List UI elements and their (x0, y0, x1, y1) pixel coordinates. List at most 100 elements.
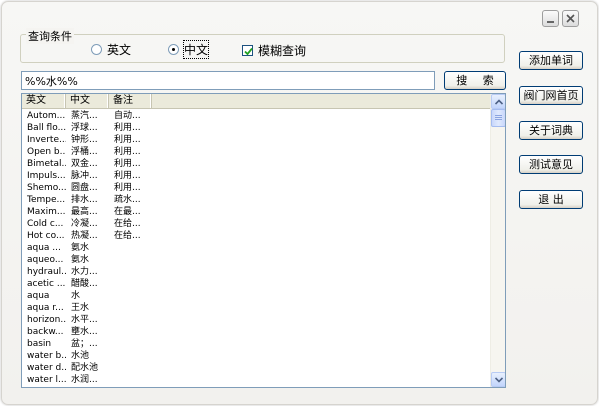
table-row[interactable]: aqueo... 氨水 (22, 254, 492, 266)
cell-english: Hot co... (27, 231, 65, 241)
list-rows: Autom... 蒸汽... 自动... Ball flo... 浮球... 利用... I… (22, 110, 492, 386)
fuzzy-search-checkbox-box[interactable] (242, 45, 253, 56)
cell-chinese: 醋酸... (71, 279, 98, 289)
list-header: 英文 中文 备注 (22, 94, 492, 109)
cell-notes (109, 326, 152, 338)
table-row[interactable]: Inverte... 钟形... 利用... (22, 134, 492, 146)
cell-notes (109, 278, 152, 290)
radio-english[interactable]: 英文 (91, 42, 131, 57)
cell-english: Ball flo... (27, 123, 66, 133)
table-row[interactable]: Maxim... 最高... 在最... (22, 206, 492, 218)
cell-chinese: 热凝... (71, 231, 98, 241)
table-row[interactable]: aqua ... 氨水 (22, 242, 492, 254)
cell-chinese: 排水... (71, 195, 98, 205)
table-row[interactable]: Bimetal... 双金... 利用... (22, 158, 492, 170)
cell-notes (109, 254, 152, 266)
table-row[interactable]: Shemo... 圆盘... 利用... (22, 182, 492, 194)
cell-chinese: 配水池 (71, 363, 99, 373)
test-feedback-button[interactable]: 测试意见 (519, 155, 583, 174)
cell-notes: 利用... (114, 171, 141, 181)
cell-notes (109, 362, 152, 374)
cell-notes (109, 338, 152, 350)
homepage-button[interactable]: 阀门网首页 (519, 86, 583, 105)
cell-chinese: 水 (71, 291, 81, 301)
cell-english: water l... (27, 375, 66, 385)
search-input[interactable] (21, 71, 435, 90)
chevron-down-icon (495, 377, 503, 383)
close-button[interactable] (562, 10, 579, 27)
cell-chinese: 浮桶... (71, 147, 98, 157)
scroll-down-button[interactable] (491, 372, 505, 387)
column-header-chinese[interactable]: 中文 (66, 94, 109, 108)
cell-chinese: 水平... (71, 315, 98, 325)
cell-english: aqua (27, 291, 50, 301)
vertical-scrollbar[interactable] (490, 94, 505, 387)
table-row[interactable]: Hot co... 热凝... 在给... (22, 230, 492, 242)
cell-english: Maxim... (27, 207, 66, 217)
table-row[interactable]: Open b... 浮桶... 利用... (22, 146, 492, 158)
cell-notes: 在给... (114, 231, 141, 241)
table-row[interactable]: hydraul... 水力... (22, 266, 492, 278)
cell-english: Tempe... (27, 195, 66, 205)
table-row[interactable]: Autom... 蒸汽... 自动... (22, 110, 492, 122)
fuzzy-search-checkbox[interactable]: 模糊查询 (242, 42, 306, 59)
cell-notes (109, 290, 152, 302)
cell-english: Bimetal... (27, 159, 66, 169)
table-row[interactable]: basin 盆；... (22, 338, 492, 350)
search-button[interactable]: 搜 索 (444, 71, 506, 90)
cell-english: backw... (27, 327, 64, 337)
cell-chinese: 王水 (71, 303, 90, 313)
cell-notes: 在最... (114, 207, 141, 217)
column-header-english[interactable]: 英文 (22, 94, 66, 108)
radio-english-indicator[interactable] (91, 43, 102, 55)
cell-english: hydraul... (27, 267, 66, 277)
column-header-filler (152, 94, 492, 108)
table-row[interactable]: Impuls... 脉冲... 利用... (22, 170, 492, 182)
cell-chinese: 圆盘... (71, 183, 98, 193)
cell-chinese: 水力... (71, 267, 98, 277)
cell-english: water b... (27, 351, 66, 361)
cell-english: aqua ... (27, 243, 61, 253)
scroll-thumb[interactable] (491, 109, 505, 127)
cell-english: Cold c... (27, 219, 64, 229)
about-dictionary-button[interactable]: 关于词典 (519, 121, 583, 140)
word-list[interactable]: 英文 中文 备注 Autom... 蒸汽... 自动... Ball flo... 浮球… (21, 93, 506, 388)
cell-english: Impuls... (27, 171, 66, 181)
table-row[interactable]: water d... 配水池 (22, 362, 492, 374)
dictionary-window: 查询条件 英文 中文 模糊查询 搜 索 添加单词 阀门网首页 关于词典 测试意见… (1, 1, 598, 405)
table-row[interactable]: horizon... 水平... (22, 314, 492, 326)
scroll-up-button[interactable] (491, 94, 505, 109)
table-row[interactable]: Tempe... 排水... 疏水... (22, 194, 492, 206)
cell-english: Inverte... (27, 135, 66, 145)
cell-notes (109, 242, 152, 254)
table-row[interactable]: water b... 水池 (22, 350, 492, 362)
fuzzy-search-label: 模糊查询 (258, 44, 307, 58)
cell-chinese: 钟形... (71, 135, 98, 145)
table-row[interactable]: Ball flo... 浮球... 利用... (22, 122, 492, 134)
close-icon (566, 14, 575, 23)
cell-notes (109, 314, 152, 326)
chevron-up-icon (495, 99, 503, 105)
cell-notes (109, 302, 152, 314)
cell-english: Open b... (27, 147, 66, 157)
table-row[interactable]: water l... 水润... (22, 374, 492, 386)
radio-chinese-indicator[interactable] (168, 43, 179, 55)
cell-chinese: 蒸汽... (71, 111, 98, 121)
cell-notes: 利用... (114, 135, 141, 145)
cell-chinese: 最高... (71, 207, 98, 217)
table-row[interactable]: aqua r... 王水 (22, 302, 492, 314)
cell-notes: 利用... (114, 159, 141, 169)
column-header-notes[interactable]: 备注 (109, 94, 152, 108)
exit-button[interactable]: 退 出 (519, 190, 583, 209)
radio-chinese[interactable]: 中文 (168, 39, 210, 59)
table-row[interactable]: aqua 水 (22, 290, 492, 302)
table-row[interactable]: acetic ... 醋酸... (22, 278, 492, 290)
table-row[interactable]: backw... 壅水... (22, 326, 492, 338)
cell-english: aqueo... (27, 255, 64, 265)
add-word-button[interactable]: 添加单词 (519, 51, 583, 70)
cell-chinese: 壅水... (71, 327, 98, 337)
table-row[interactable]: Cold c... 冷凝... 在给... (22, 218, 492, 230)
minimize-icon (547, 21, 554, 23)
minimize-button[interactable] (542, 10, 559, 27)
cell-english: Autom... (27, 111, 66, 121)
